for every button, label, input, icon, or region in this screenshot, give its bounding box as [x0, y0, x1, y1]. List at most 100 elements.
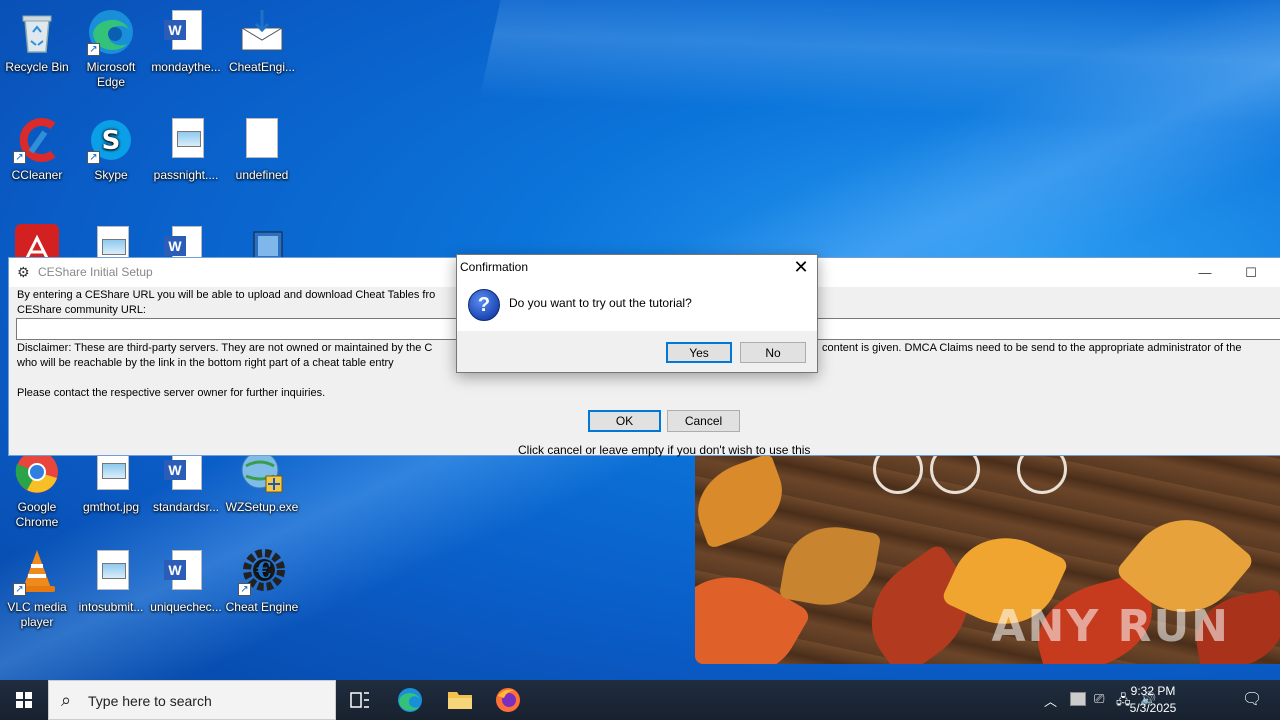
- desktop-icon-gmthot[interactable]: gmthot.jpg: [73, 448, 149, 515]
- desktop-icon-label: Recycle Bin: [5, 60, 69, 74]
- decor-ring: [1017, 456, 1067, 494]
- cancel-button[interactable]: Cancel: [667, 410, 740, 432]
- search-icon: ⌕: [61, 690, 72, 710]
- intro-text: By entering a CEShare URL you will be ab…: [17, 289, 436, 301]
- svg-text:€: €: [255, 558, 271, 584]
- desktop-icon-wzsetup[interactable]: WZSetup.exe: [224, 448, 300, 515]
- hint-text: Click cancel or leave empty if you don't…: [518, 443, 811, 457]
- dialog-title: Confirmation: [460, 260, 529, 274]
- clock-time: 9:32 PM: [1130, 684, 1176, 698]
- question-icon: ?: [468, 289, 500, 321]
- clock-date: 5/3/2025: [1129, 701, 1177, 715]
- anyrun-watermark: ANY RUN: [991, 601, 1230, 652]
- desktop-icon-standardsr[interactable]: W standardsr...: [148, 448, 224, 515]
- maximize-icon[interactable]: ☐: [1228, 258, 1274, 287]
- start-button[interactable]: [0, 680, 48, 720]
- system-tray: ︿ ⎚ 🖧 🔊 9:32 PM 5/3/2025 🗨: [1040, 680, 1280, 720]
- word-document-icon: W: [162, 548, 210, 596]
- show-hidden-icons-chevron-icon[interactable]: ︿: [1044, 691, 1057, 710]
- desktop-icon-cheat-engine[interactable]: € ↗ Cheat Engine: [224, 548, 300, 615]
- taskbar: ⌕ Type here to search ︿ ⎚ 🖧 🔊 9:32 PM 5/…: [0, 680, 1280, 720]
- windows-logo-icon: [16, 692, 32, 708]
- edge-icon: [398, 688, 422, 712]
- desktop-icon-recycle-bin[interactable]: Recycle Bin: [0, 8, 75, 75]
- decor-ring: [930, 456, 980, 494]
- svg-text:S: S: [102, 126, 121, 156]
- taskbar-file-explorer-button[interactable]: [436, 680, 484, 720]
- notification-icon[interactable]: 🗨: [1242, 689, 1262, 709]
- decor-ring: [873, 456, 923, 494]
- edge-icon: ↗: [87, 8, 135, 56]
- desktop-icon-ccleaner[interactable]: ↗ CCleaner: [0, 116, 75, 183]
- desktop-icon-label: WZSetup.exe: [225, 500, 299, 514]
- desktop-icon-google-chrome[interactable]: Google Chrome: [0, 448, 75, 530]
- desktop-icon-label: undefined: [235, 168, 289, 182]
- desktop-icon-mondaythe[interactable]: W mondaythe...: [148, 8, 224, 75]
- task-view-button[interactable]: [336, 680, 384, 720]
- desktop-icon-vlc[interactable]: ↗ VLC media player: [0, 548, 75, 630]
- desktop-icon-uniquechec[interactable]: W uniquechec...: [148, 548, 224, 615]
- no-button[interactable]: No: [740, 342, 806, 363]
- word-document-icon: W: [162, 8, 210, 56]
- image-file-icon: [162, 116, 210, 164]
- recycle-bin-icon: [13, 8, 61, 56]
- desktop-icon-label: CheatEngi...: [228, 60, 296, 74]
- desktop-icon-label: Cheat Engine: [225, 600, 299, 614]
- desktop-icon-cheatengine-setup[interactable]: CheatEngi...: [224, 8, 300, 75]
- shortcut-arrow-icon: ↗: [238, 583, 251, 596]
- desktop-icon-label: passnight....: [153, 168, 219, 182]
- desktop-icon-intosubmit[interactable]: intosubmit...: [73, 548, 149, 615]
- desktop-icon-label: Microsoft Edge: [86, 60, 136, 89]
- cheat-engine-small-icon: ⚙: [17, 264, 30, 280]
- minimize-icon[interactable]: —: [1182, 258, 1228, 287]
- confirmation-dialog: Confirmation ✕ ? Do you want to try out …: [456, 254, 818, 373]
- taskbar-firefox-button[interactable]: [484, 680, 532, 720]
- disclaimer-text-continued: content is given. DMCA Claims need to be…: [822, 342, 1242, 354]
- leaf-decoration: [695, 456, 795, 550]
- desktop-icon-label: VLC media player: [7, 600, 67, 629]
- cheat-engine-gear-icon: € ↗: [238, 548, 286, 596]
- taskbar-clock[interactable]: 9:32 PM 5/3/2025: [1108, 683, 1198, 717]
- ok-button[interactable]: OK: [588, 410, 661, 432]
- blank-file-icon: [238, 116, 286, 164]
- autumn-wallpaper-image: ANY RUN: [695, 456, 1280, 664]
- desktop-icon-skype[interactable]: S ↗ Skype: [73, 116, 149, 183]
- dialog-message: Do you want to try out the tutorial?: [509, 296, 692, 310]
- desktop-icon-label: uniquechec...: [150, 600, 222, 614]
- desktop-icon-label: standardsr...: [152, 500, 220, 514]
- vlc-cone-icon: ↗: [13, 548, 61, 596]
- ccleaner-icon: ↗: [13, 116, 61, 164]
- desktop-icon-label: Skype: [94, 168, 128, 182]
- folder-icon: [448, 692, 472, 709]
- leaf-decoration: [778, 518, 882, 614]
- desktop-icon-label: gmthot.jpg: [82, 500, 140, 514]
- shortcut-arrow-icon: ↗: [87, 151, 100, 164]
- installer-icon: [238, 8, 286, 56]
- contact-text: Please contact the respective server own…: [17, 387, 326, 399]
- desktop-icon-undefined[interactable]: undefined: [224, 116, 300, 183]
- desktop-icon-microsoft-edge[interactable]: ↗ Microsoft Edge: [73, 8, 149, 90]
- shortcut-arrow-icon: ↗: [87, 43, 100, 56]
- window-title: CEShare Initial Setup: [38, 265, 153, 279]
- firefox-icon: [496, 688, 520, 712]
- desktop-icon-label: CCleaner: [11, 168, 63, 182]
- desktop-icon-passnight[interactable]: passnight....: [148, 116, 224, 183]
- taskbar-search-box[interactable]: ⌕ Type here to search: [48, 680, 336, 720]
- image-file-icon: [87, 548, 135, 596]
- desktop-icon-label: intosubmit...: [78, 600, 144, 614]
- meet-now-icon[interactable]: ⎚: [1094, 691, 1104, 707]
- yes-button[interactable]: Yes: [666, 342, 732, 363]
- shortcut-arrow-icon: ↗: [13, 583, 26, 596]
- task-view-icon: [350, 692, 369, 708]
- url-label: CEShare community URL:: [17, 304, 146, 316]
- taskbar-edge-button[interactable]: [386, 680, 434, 720]
- shortcut-arrow-icon: ↗: [13, 151, 26, 164]
- desktop-icon-label: Google Chrome: [15, 500, 59, 529]
- skype-icon: S ↗: [87, 116, 135, 164]
- search-placeholder: Type here to search: [88, 693, 212, 709]
- disclaimer-text-line2: who will be reachable by the link in the…: [17, 357, 394, 369]
- close-icon[interactable]: ✕: [789, 256, 813, 280]
- tray-app-icon[interactable]: [1070, 692, 1086, 706]
- disclaimer-text: Disclaimer: These are third-party server…: [17, 342, 433, 354]
- desktop-icon-label: mondaythe...: [151, 60, 221, 74]
